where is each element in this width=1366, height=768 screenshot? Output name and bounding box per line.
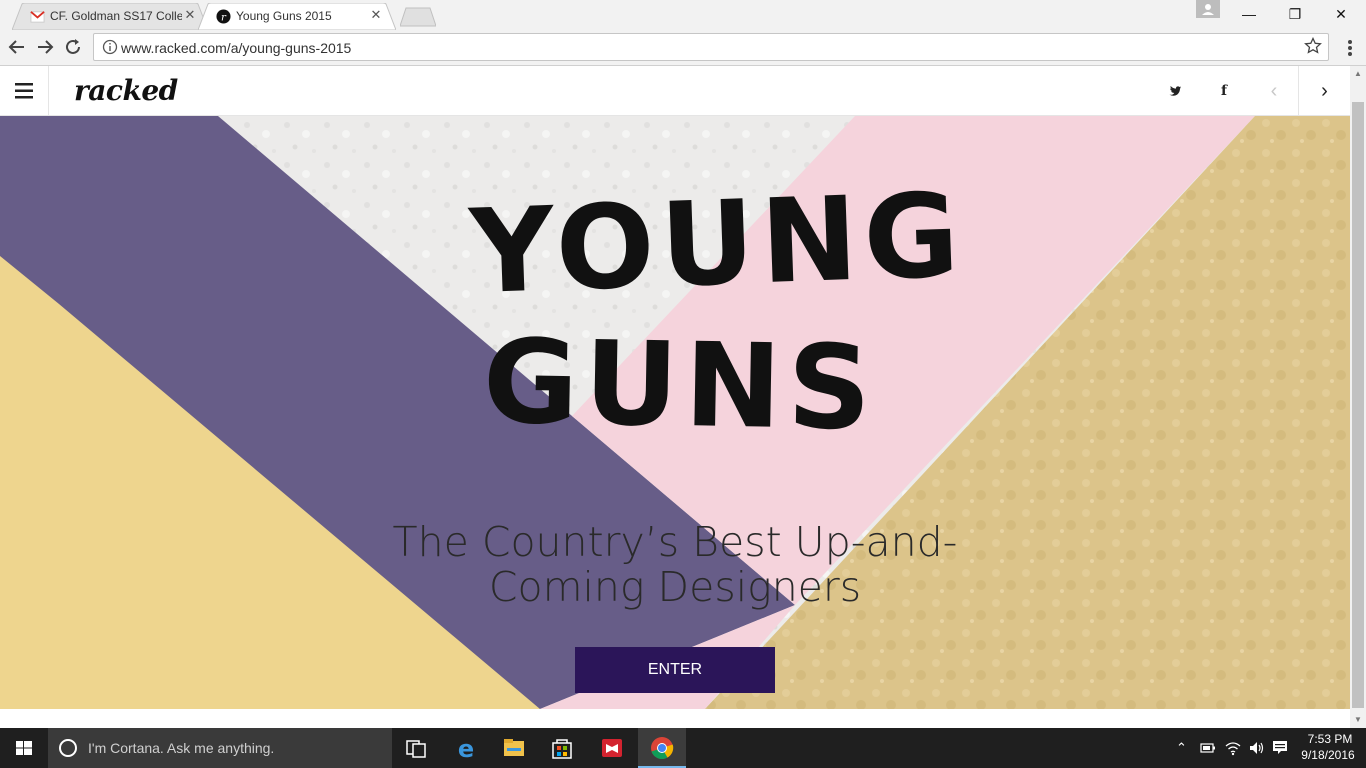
cortana-search-box[interactable]: I'm Cortana. Ask me anything. <box>48 728 392 768</box>
info-icon[interactable] <box>102 39 118 55</box>
start-button[interactable] <box>0 728 48 768</box>
hero-title-line-1: YOUNG <box>467 168 968 321</box>
forward-arrow-icon <box>38 40 54 54</box>
red-app-icon[interactable] <box>588 728 636 768</box>
reload-icon <box>66 39 80 54</box>
cortana-icon <box>59 739 77 757</box>
clock-time[interactable]: 7:53 PM <box>1300 732 1360 746</box>
gmail-icon <box>30 11 45 23</box>
windows-logo-icon <box>16 741 32 755</box>
task-view-icon[interactable] <box>392 728 440 768</box>
enter-button[interactable]: ENTER <box>575 647 775 693</box>
scrollbar-thumb[interactable] <box>1352 102 1364 708</box>
bookmark-star-icon[interactable] <box>1304 37 1322 55</box>
browser-toolbar: www.racked.com/a/young-guns-2015 <box>0 30 1366 66</box>
new-tab-button[interactable] <box>400 7 436 27</box>
tab-young-guns[interactable]: r Young Guns 2015 ✕ <box>198 3 396 30</box>
tab-title: Young Guns 2015 <box>236 9 332 23</box>
close-window-button[interactable]: ✕ <box>1318 0 1364 30</box>
back-button[interactable] <box>6 36 28 58</box>
edge-icon[interactable]: e <box>442 728 490 768</box>
racked-icon: r <box>216 9 231 24</box>
volume-icon[interactable] <box>1248 740 1266 756</box>
show-hidden-icons-icon[interactable]: ⌃ <box>1176 740 1187 756</box>
notifications-icon[interactable] <box>1272 740 1288 756</box>
cortana-placeholder: I'm Cortana. Ask me anything. <box>88 740 275 756</box>
reload-button[interactable] <box>62 36 84 58</box>
minimize-button[interactable]: — <box>1226 0 1272 30</box>
scroll-up-arrow-icon[interactable]: ▲ <box>1350 66 1366 82</box>
scroll-down-arrow-icon[interactable]: ▼ <box>1350 712 1366 728</box>
battery-icon[interactable] <box>1200 742 1216 754</box>
prev-arrow-button[interactable]: ‹ <box>1250 66 1298 116</box>
hero-subtitle: The Country’s Best Up-and-Coming Designe… <box>392 518 958 611</box>
tab-close-icon[interactable]: ✕ <box>182 7 198 23</box>
browser-tab-strip: CF. Goldman SS17 Collec ✕ r Young Guns 2… <box>0 0 1366 30</box>
page-content-strip <box>0 709 1350 728</box>
browser-menu-icon[interactable] <box>1342 37 1358 59</box>
tab-close-icon[interactable]: ✕ <box>368 7 384 23</box>
wifi-icon[interactable] <box>1224 740 1242 756</box>
windows-taskbar: I'm Cortana. Ask me anything. e ⌃ 7:53 P… <box>0 728 1366 768</box>
address-bar[interactable]: www.racked.com/a/young-guns-2015 <box>93 33 1329 61</box>
page-scrollbar[interactable]: ▲ ▼ <box>1350 66 1366 728</box>
url-text[interactable]: www.racked.com/a/young-guns-2015 <box>121 40 351 56</box>
svg-text:e: e <box>458 735 474 763</box>
profile-icon[interactable] <box>1196 0 1220 18</box>
file-explorer-icon[interactable] <box>490 728 538 768</box>
facebook-icon[interactable]: f <box>1212 79 1236 103</box>
tab-title: CF. Goldman SS17 Collec <box>50 9 182 23</box>
store-icon[interactable] <box>538 728 586 768</box>
hero-title: YOUNG GUNS <box>468 168 967 496</box>
tab-gmail[interactable]: CF. Goldman SS17 Collec ✕ <box>12 3 208 30</box>
site-header: racked f ‹ › <box>0 66 1350 116</box>
clock-date[interactable]: 9/18/2016 <box>1296 748 1360 762</box>
hero-section: YOUNG GUNS The Country’s Best Up-and-Com… <box>0 116 1350 709</box>
hero-title-line-2: GUNS <box>481 314 879 457</box>
next-arrow-button[interactable]: › <box>1298 66 1350 116</box>
racked-logo[interactable]: racked <box>74 74 178 107</box>
twitter-icon[interactable] <box>1162 79 1186 103</box>
forward-button[interactable] <box>34 36 56 58</box>
hamburger-icon <box>15 83 33 99</box>
restore-button[interactable]: ❐ <box>1272 0 1318 30</box>
chrome-icon[interactable] <box>638 728 686 768</box>
hamburger-menu-button[interactable] <box>0 66 49 116</box>
back-arrow-icon <box>8 40 24 54</box>
